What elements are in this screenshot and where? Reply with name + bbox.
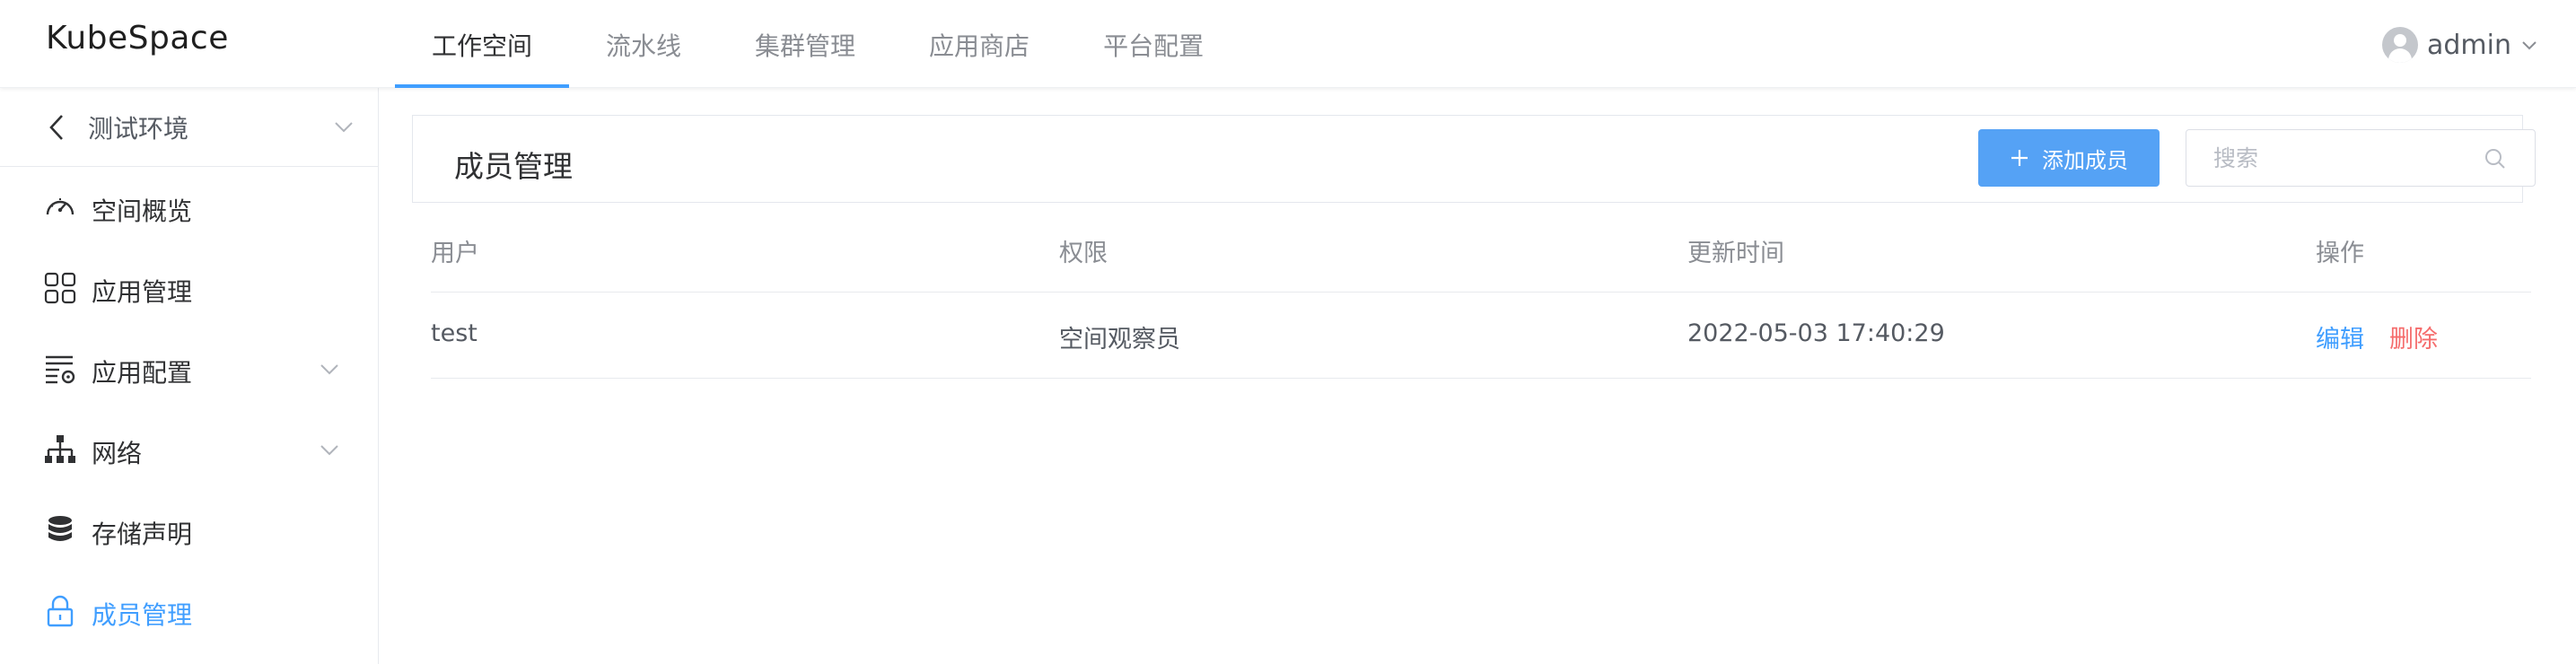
nav-tab-cluster[interactable]: 集群管理 bbox=[718, 0, 892, 88]
sidebar-item-overview[interactable]: 空间概览 bbox=[0, 167, 378, 248]
page-header-card: 成员管理 添加成员 bbox=[412, 115, 2536, 203]
sidebar-item-app-management[interactable]: 应用管理 bbox=[0, 248, 378, 328]
sidebar-item-label: 应用配置 bbox=[92, 358, 193, 388]
user-name: admin bbox=[2427, 29, 2511, 61]
sidebar-item-label: 空间概览 bbox=[92, 197, 193, 226]
chevron-down-icon bbox=[2522, 41, 2537, 50]
chevron-down-icon bbox=[320, 445, 338, 456]
dashboard-gauge-icon bbox=[46, 198, 74, 215]
space-name: 测试环境 bbox=[88, 114, 189, 144]
plus-icon bbox=[2011, 150, 2028, 166]
column-header-actions: 操作 bbox=[2316, 240, 2364, 267]
sidebar-item-label: 存储声明 bbox=[92, 520, 193, 549]
top-nav: 工作空间 流水线 集群管理 应用商店 平台配置 bbox=[395, 0, 1240, 88]
member-table: 用户 权限 更新时间 操作 test 空间观察员 2022-05-03 17:4… bbox=[431, 205, 2531, 379]
page-title: 成员管理 bbox=[454, 149, 573, 184]
lock-icon bbox=[47, 595, 74, 627]
database-stack-icon bbox=[48, 516, 72, 541]
grid-apps-icon bbox=[44, 272, 76, 304]
app-logo[interactable]: KubeSpace bbox=[46, 20, 229, 57]
nav-tab-workspace[interactable]: 工作空间 bbox=[395, 0, 570, 88]
nav-tab-pipeline[interactable]: 流水线 bbox=[569, 0, 718, 88]
column-header-user: 用户 bbox=[431, 240, 479, 267]
sidebar-item-storage-claim[interactable]: 存储声明 bbox=[0, 490, 378, 571]
sidebar-item-member-management[interactable]: 成员管理 bbox=[0, 571, 378, 651]
cell-role: 空间观察员 bbox=[1059, 326, 1180, 354]
network-tree-icon bbox=[45, 435, 75, 463]
table-header: 用户 权限 更新时间 操作 bbox=[431, 205, 2531, 293]
top-header: KubeSpace 工作空间 流水线 集群管理 应用商店 平台配置 admin bbox=[0, 0, 2576, 88]
sidebar-item-label: 应用管理 bbox=[92, 277, 193, 307]
user-menu[interactable]: admin bbox=[2382, 27, 2538, 63]
avatar bbox=[2382, 27, 2418, 63]
add-member-label: 添加成员 bbox=[2042, 147, 2128, 173]
sidebar: 测试环境 空间概览 应用管理 应用配置 网络 存储声明 成员管理 bbox=[0, 88, 379, 664]
sidebar-item-label: 成员管理 bbox=[92, 600, 193, 630]
sidebar-item-app-config[interactable]: 应用配置 bbox=[0, 328, 378, 409]
column-header-updated: 更新时间 bbox=[1687, 240, 1784, 267]
edit-link[interactable]: 编辑 bbox=[2316, 326, 2364, 354]
cell-actions: 编辑 删除 bbox=[2316, 319, 2438, 354]
nav-tab-platform-config[interactable]: 平台配置 bbox=[1066, 0, 1240, 88]
config-list-gear-icon bbox=[46, 355, 75, 384]
delete-link[interactable]: 删除 bbox=[2389, 326, 2438, 354]
table-row: test 空间观察员 2022-05-03 17:40:29 编辑 删除 bbox=[431, 293, 2531, 379]
column-header-role: 权限 bbox=[1059, 240, 1108, 267]
search-input[interactable] bbox=[2213, 143, 2483, 173]
sidebar-item-label: 网络 bbox=[92, 439, 143, 468]
main-content: 成员管理 添加成员 用户 权限 更新时间 操作 test 空间观察员 20 bbox=[379, 88, 2576, 664]
chevron-down-icon bbox=[335, 122, 353, 133]
sidebar-item-network[interactable]: 网络 bbox=[0, 409, 378, 490]
add-member-button[interactable]: 添加成员 bbox=[1978, 129, 2160, 187]
search-box[interactable] bbox=[2186, 129, 2536, 187]
chevron-left-icon[interactable] bbox=[47, 113, 66, 142]
search-icon[interactable] bbox=[2484, 147, 2507, 170]
nav-tab-app-store[interactable]: 应用商店 bbox=[892, 0, 1066, 88]
space-switcher[interactable]: 测试环境 bbox=[0, 88, 378, 167]
cell-updated-time: 2022-05-03 17:40:29 bbox=[1687, 319, 1945, 347]
chevron-down-icon bbox=[320, 364, 338, 375]
cell-user: test bbox=[431, 319, 478, 347]
